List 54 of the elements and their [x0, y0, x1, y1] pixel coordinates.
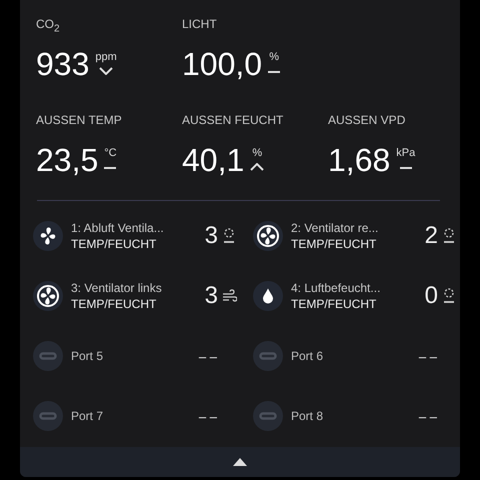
metric-value: 1,68 [328, 143, 390, 177]
device-name: Port 7 [71, 409, 104, 423]
metric-value: 100,0 [182, 47, 262, 81]
metric-label: LICHT [182, 17, 218, 33]
device-level: – – [418, 348, 437, 364]
device-name: 3: Ventilator links [71, 281, 163, 295]
device-name: 2: Ventilator re... [291, 221, 380, 235]
unit-label: % [252, 147, 262, 159]
link-icon [33, 341, 63, 371]
metric-value: 23,5 [36, 143, 98, 177]
device-mode: TEMP/FEUCHT [71, 237, 158, 251]
device-mode: TEMP/FEUCHT [291, 237, 378, 251]
device-name: Port 8 [291, 409, 324, 423]
metric-value: 933 [36, 47, 90, 81]
device-level: 3 [204, 282, 218, 310]
device-name: Port 6 [291, 349, 324, 363]
unit-label: ppm [95, 51, 117, 63]
caret-up-icon [233, 458, 247, 466]
metric-label: AUSSEN VPD [328, 113, 406, 129]
unit-label: % [269, 51, 279, 63]
metric-label: AUSSEN FEUCHT [182, 113, 284, 129]
device-level: 2 [424, 222, 438, 250]
fan-icon [33, 221, 63, 251]
device-level: 0 [424, 282, 438, 310]
device-name: Port 5 [71, 349, 104, 363]
auto-icon [222, 228, 237, 244]
unit-label: °C [104, 147, 117, 159]
device-level: – – [418, 408, 437, 424]
link-icon [253, 401, 283, 431]
device-level: – – [198, 348, 217, 364]
device-level: – – [198, 408, 217, 424]
link-icon [253, 341, 283, 371]
drop-icon [253, 281, 283, 311]
device-name: 1: Abluft Ventila... [71, 221, 165, 235]
device-level: 3 [204, 222, 218, 250]
unit-label: kPa [396, 147, 416, 159]
fan-icon [253, 221, 283, 251]
device-mode: TEMP/FEUCHT [71, 297, 158, 311]
metric-label: AUSSEN TEMP [36, 113, 123, 129]
dash-icon [104, 167, 116, 169]
device-name: 4: Luftbefeucht... [291, 281, 382, 295]
metric-label: CO$_{2}$ [36, 17, 61, 33]
expand-bar[interactable] [20, 447, 460, 477]
dash-icon [400, 167, 412, 169]
chevron-down-icon [99, 67, 114, 75]
metric-value: 40,1 [182, 143, 244, 177]
dash-icon [268, 71, 280, 73]
auto-icon [442, 288, 457, 304]
wind-icon [222, 288, 237, 304]
chevron-up-icon [250, 163, 264, 171]
fan-icon [33, 281, 63, 311]
link-icon [33, 401, 63, 431]
device-mode: TEMP/FEUCHT [291, 297, 378, 311]
auto-icon [442, 228, 457, 244]
